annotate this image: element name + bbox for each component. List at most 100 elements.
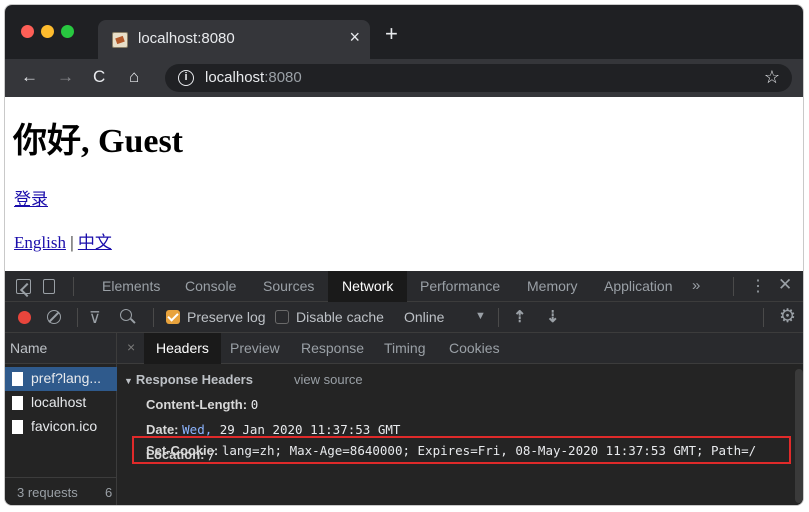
header-key: Date: [146,422,179,437]
gear-icon[interactable]: ⚙ [779,305,796,328]
kebab-menu-icon[interactable]: ⋮ [750,276,766,296]
divider [77,308,78,327]
divider [763,308,764,327]
browser-window: localhost:8080 × + ← → C ⌂ i localhost:8… [4,4,804,506]
tab-response[interactable]: Response [301,333,364,364]
close-window-button[interactable] [21,25,34,38]
preserve-log-checkbox[interactable] [166,310,180,324]
bookmark-star-icon[interactable]: ☆ [764,67,780,88]
section-title: Response Headers [135,372,253,387]
tab-cookies[interactable]: Cookies [449,333,500,364]
tab-close-icon[interactable]: × [349,27,360,47]
export-har-icon[interactable]: ⇣ [546,307,559,327]
request-row[interactable]: localhost [5,391,117,415]
header-value-day: Wed, [182,422,213,437]
request-list: Name pref?lang... localhost favicon.ico … [5,333,117,505]
login-link[interactable]: 登录 [14,185,48,210]
document-icon [12,420,23,434]
device-toolbar-icon[interactable] [43,279,55,294]
scrollbar[interactable] [795,369,803,503]
home-button[interactable]: ⌂ [129,67,139,87]
new-tab-button[interactable]: + [385,23,398,45]
name-column-header[interactable]: Name [5,333,116,364]
network-toolbar: ⊽ Preserve log Disable cache Online ▼ ⇡ … [5,302,803,333]
favicon-icon [112,32,128,48]
clear-icon[interactable] [47,310,61,324]
url-host: localhost [205,69,265,86]
info-icon[interactable]: i [178,70,194,86]
chevron-down-icon[interactable]: ▼ [475,310,486,322]
divider [733,277,734,296]
divider [498,308,499,327]
header-row: Date: Wed, 29 Jan 2020 11:37:53 GMT [146,422,400,437]
throttling-select[interactable]: Online [404,309,444,325]
request-name: localhost [31,394,87,410]
tab-title: localhost:8080 [138,30,235,47]
search-icon[interactable] [120,309,132,321]
tab-strip: localhost:8080 × + [5,5,803,59]
preserve-log-label: Preserve log [187,309,266,325]
tab-preview[interactable]: Preview [230,333,280,364]
import-har-icon[interactable]: ⇡ [513,307,526,327]
tab-network[interactable]: Network [328,271,408,302]
document-icon [12,372,23,386]
request-name: pref?lang... [31,370,102,386]
tab-elements[interactable]: Elements [102,271,160,302]
header-value: lang=zh; Max-Age=8640000; Expires=Fri, 0… [221,443,757,458]
browser-tab[interactable]: localhost:8080 × [98,20,370,59]
close-devtools-icon[interactable]: ✕ [778,275,792,295]
request-row[interactable]: pref?lang... [5,367,117,391]
record-icon[interactable] [18,311,31,324]
tab-console[interactable]: Console [185,271,236,302]
maximize-window-button[interactable] [61,25,74,38]
reload-button[interactable]: C [93,67,105,87]
request-row[interactable]: favicon.ico [5,415,117,439]
devtools-tab-bar: Elements Console Sources Network Perform… [5,271,803,302]
detail-tab-bar: × Headers Preview Response Timing Cookie… [117,333,803,364]
more-tabs-icon[interactable]: » [692,277,700,294]
url-text: localhost:8080 [205,69,302,86]
minimize-window-button[interactable] [41,25,54,38]
divider [73,277,74,296]
url-port: :8080 [264,69,302,86]
page-content: 你好, Guest 登录 English | 中文 [5,97,803,271]
header-value-wrap: Wed, 29 Jan 2020 11:37:53 GMT [182,422,400,437]
tab-sources[interactable]: Sources [263,271,314,302]
tab-memory[interactable]: Memory [527,271,578,302]
forward-button[interactable]: → [57,67,74,87]
name-header-label: Name [10,340,48,356]
language-switcher: English | 中文 [14,228,112,253]
network-status-bar: 3 requests 6 [5,477,117,505]
caret-down-icon: ▼ [124,376,133,386]
greeting-heading: 你好, Guest [13,123,183,160]
disable-cache-label: Disable cache [296,309,384,325]
request-count: 3 requests [17,485,78,500]
view-source-link[interactable]: view source [294,372,363,387]
english-link[interactable]: English [14,233,66,252]
browser-toolbar: ← → C ⌂ i localhost:8080 ☆ [5,59,803,97]
filter-icon[interactable]: ⊽ [89,308,101,328]
request-detail-pane: × Headers Preview Response Timing Cookie… [117,333,803,505]
close-detail-icon[interactable]: × [127,339,135,355]
header-value: 29 Jan 2020 11:37:53 GMT [219,422,401,437]
address-bar[interactable]: i localhost:8080 ☆ [165,64,792,92]
header-row-set-cookie: Set-Cookie: lang=zh; Max-Age=8640000; Ex… [146,443,756,458]
status-extra: 6 [105,485,113,500]
inspect-element-icon[interactable] [16,279,31,294]
header-row: Content-Length: 0 [146,397,258,412]
disable-cache-checkbox[interactable] [275,310,289,324]
response-headers-toggle[interactable]: ▼ Response Headers [124,372,253,387]
lang-separator: | [65,233,78,252]
header-value: 0 [250,397,259,412]
tab-headers[interactable]: Headers [144,333,221,364]
tab-timing[interactable]: Timing [384,333,426,364]
tab-performance[interactable]: Performance [420,271,500,302]
tab-application[interactable]: Application [604,271,673,302]
header-key: Content-Length: [146,397,248,412]
header-key: Set-Cookie: [146,443,219,458]
document-icon [12,396,23,410]
divider [153,308,154,327]
devtools-panel: Elements Console Sources Network Perform… [5,271,803,505]
back-button[interactable]: ← [21,67,38,87]
chinese-link[interactable]: 中文 [78,233,112,252]
